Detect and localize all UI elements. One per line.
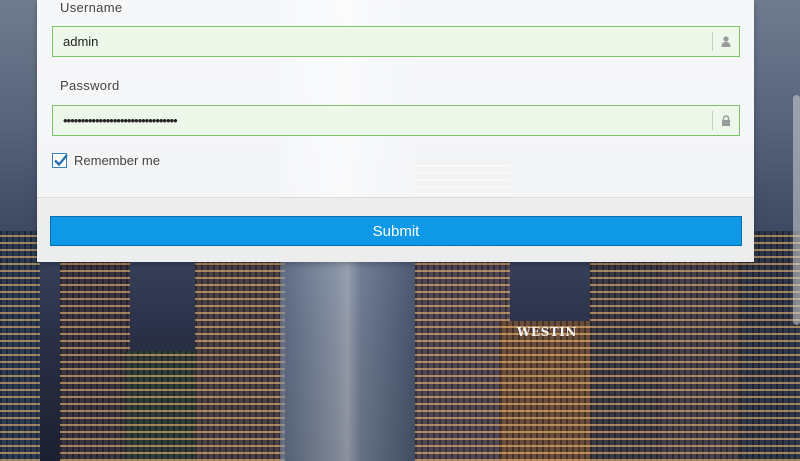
lock-icon: [722, 115, 730, 126]
login-card: Username Password: [37, 0, 754, 262]
building: [660, 261, 740, 461]
password-label: Password: [60, 78, 120, 93]
username-field: [52, 26, 740, 57]
username-label: Username: [60, 0, 123, 15]
building: [195, 256, 285, 461]
password-input[interactable]: [53, 106, 712, 135]
remember-checkbox[interactable]: [52, 153, 68, 168]
building: [125, 351, 195, 461]
building: [60, 261, 130, 461]
login-card-footer: Submit: [37, 197, 754, 262]
submit-button[interactable]: Submit: [50, 216, 742, 246]
username-input[interactable]: [53, 27, 712, 56]
password-field: [52, 105, 740, 136]
remember-me[interactable]: Remember me: [52, 153, 160, 168]
building: [0, 231, 40, 461]
westin-sign: WESTIN: [517, 325, 577, 339]
page-scrollbar[interactable]: [793, 95, 800, 325]
login-form-body: Username Password: [37, 0, 754, 197]
remember-label: Remember me: [74, 153, 160, 168]
user-icon: [721, 36, 731, 47]
building: [740, 231, 800, 461]
username-addon: [712, 32, 739, 51]
checkmark-icon: [54, 154, 68, 167]
building: [590, 251, 670, 461]
password-addon: [712, 111, 739, 130]
